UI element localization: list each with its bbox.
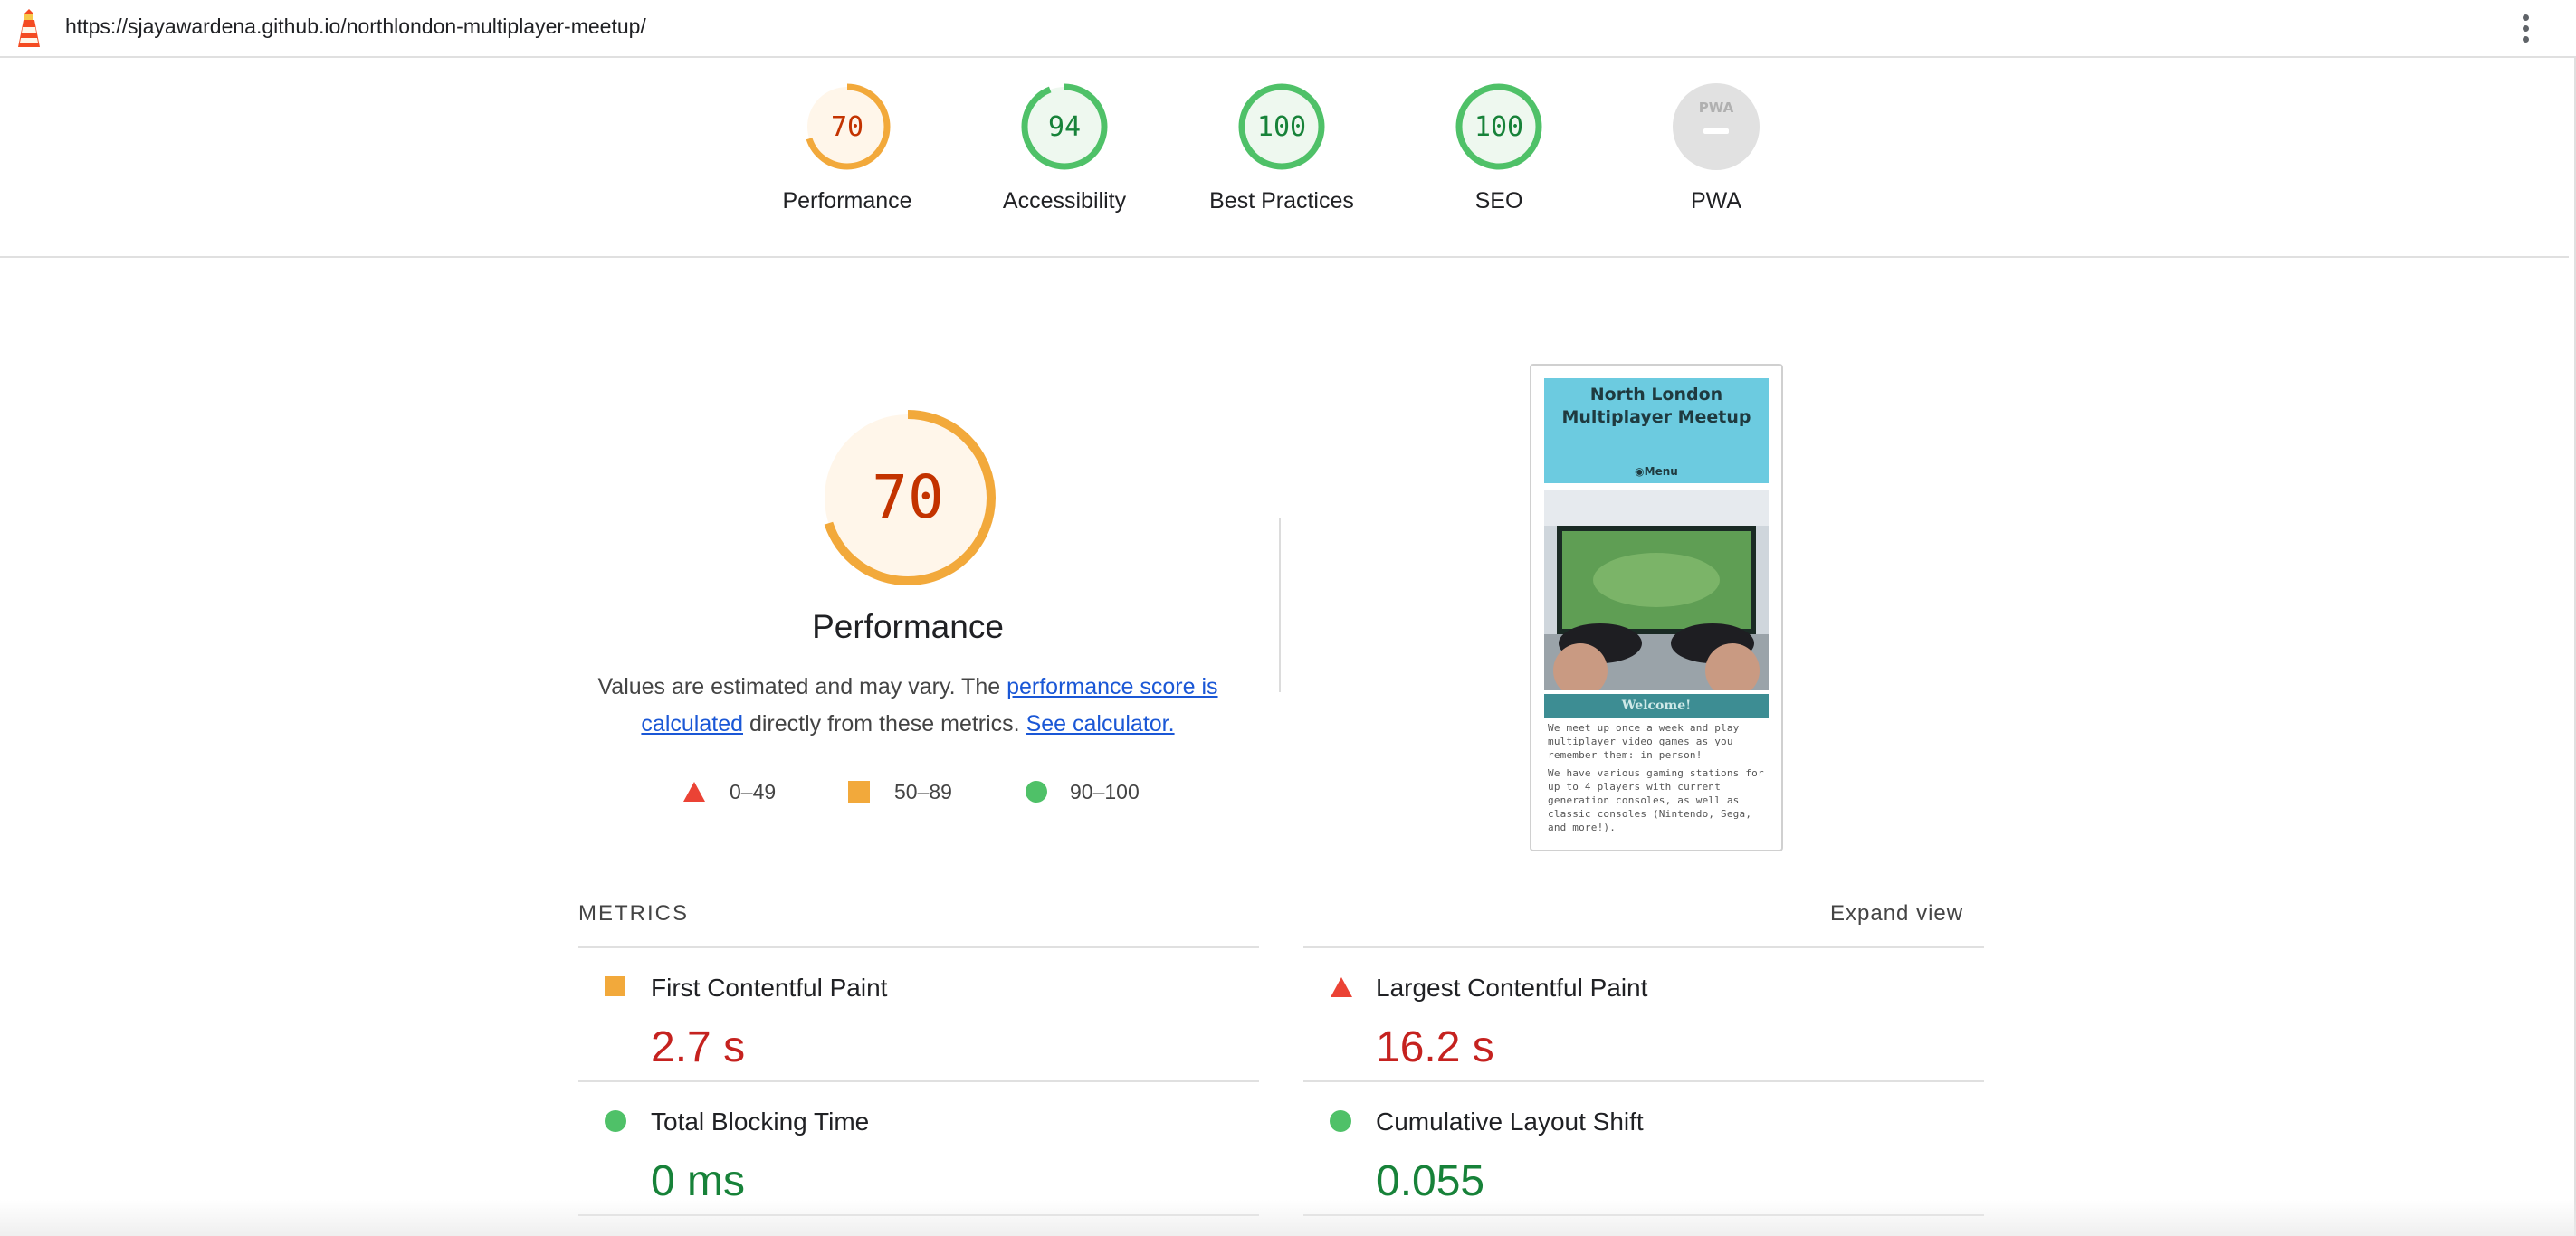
square-icon bbox=[605, 976, 625, 996]
category-summary: 70 Performance 94 Accessibility 100 Best… bbox=[0, 56, 2569, 258]
metrics-heading: METRICS bbox=[578, 901, 689, 926]
more-vert-icon[interactable] bbox=[2514, 11, 2536, 47]
metric-value: 16.2 s bbox=[1376, 1023, 1494, 1071]
metric-name: Total Blocking Time bbox=[651, 1108, 870, 1136]
gauge-best-practices[interactable]: 100 Best Practices bbox=[1191, 81, 1372, 244]
vertical-separator bbox=[1279, 518, 1281, 692]
screenshot-hero-image bbox=[1544, 490, 1769, 690]
screenshot-site-title: North London Multiplayer Meetup bbox=[1561, 385, 1751, 427]
gauge-pwa[interactable]: PWA PWA bbox=[1626, 81, 1807, 244]
metric-cumulative-layout-shift: Cumulative Layout Shift 0.055 bbox=[1303, 1082, 1984, 1214]
screenshot-paragraph-1: We meet up once a week and play multipla… bbox=[1548, 722, 1740, 761]
triangle-icon bbox=[683, 782, 705, 802]
square-icon bbox=[848, 781, 870, 803]
triangle-icon bbox=[1331, 977, 1352, 997]
screenshot-welcome: Welcome! bbox=[1544, 694, 1769, 718]
legend-range: 0–49 bbox=[730, 780, 777, 803]
page-url: https://sjayawardena.github.io/northlond… bbox=[65, 14, 646, 38]
pwa-badge-icon: PWA bbox=[1673, 83, 1760, 170]
legend-range: 90–100 bbox=[1070, 780, 1140, 803]
metric-name: Cumulative Layout Shift bbox=[1376, 1108, 1644, 1136]
metric-largest-contentful-paint: Largest Contentful Paint 16.2 s bbox=[1303, 948, 1984, 1080]
performance-gauge: 70 bbox=[820, 410, 996, 585]
performance-description: Values are estimated and may vary. The p… bbox=[588, 669, 1227, 743]
metric-first-contentful-paint: First Contentful Paint 2.7 s bbox=[578, 948, 1259, 1080]
gauge-score: 70 bbox=[831, 111, 863, 143]
desc-text: directly from these metrics. bbox=[743, 711, 1026, 737]
metric-name: Largest Contentful Paint bbox=[1376, 974, 1648, 1002]
screenshot-menu: ◉Menu bbox=[1635, 465, 1678, 478]
circle-icon bbox=[605, 1110, 626, 1132]
see-calculator-link[interactable]: See calculator. bbox=[1026, 711, 1175, 737]
screenshot-paragraph-2: We have various gaming stations for up t… bbox=[1548, 767, 1764, 833]
bottom-fade bbox=[0, 1200, 2576, 1236]
metric-value: 0.055 bbox=[1376, 1157, 1485, 1205]
gauge-accessibility[interactable]: 94 Accessibility bbox=[974, 81, 1155, 244]
desc-text: Values are estimated and may vary. The bbox=[597, 674, 1007, 699]
metric-name: First Contentful Paint bbox=[651, 974, 888, 1002]
performance-title: Performance bbox=[812, 608, 1004, 645]
top-bar: https://sjayawardena.github.io/northlond… bbox=[0, 0, 2576, 58]
metric-value: 0 ms bbox=[651, 1157, 746, 1205]
gauge-score: 94 bbox=[1048, 111, 1081, 143]
gauge-label: SEO bbox=[1474, 188, 1523, 214]
lighthouse-icon bbox=[18, 9, 40, 47]
screenshot-header: North London Multiplayer Meetup ◉Menu bbox=[1544, 378, 1769, 483]
pwa-badge-text: PWA bbox=[1699, 100, 1734, 116]
gauge-score: 100 bbox=[1474, 111, 1523, 143]
legend-range: 50–89 bbox=[894, 780, 952, 803]
metric-total-blocking-time: Total Blocking Time 0 ms bbox=[578, 1082, 1259, 1214]
gauge-performance[interactable]: 70 Performance bbox=[757, 81, 938, 244]
gauge-ring: 70 bbox=[804, 83, 891, 170]
gauge-label: Accessibility bbox=[1002, 188, 1127, 214]
expand-view-button[interactable]: Expand view bbox=[1830, 901, 1963, 927]
gauge-label: PWA bbox=[1690, 188, 1742, 214]
gauge-ring: 94 bbox=[1021, 83, 1108, 170]
performance-score: 70 bbox=[872, 462, 943, 532]
final-screenshot[interactable]: North London Multiplayer Meetup ◉Menu We… bbox=[1530, 364, 1783, 851]
gauge-ring: 100 bbox=[1238, 83, 1325, 170]
circle-icon bbox=[1330, 1110, 1351, 1132]
gauge-seo[interactable]: 100 SEO bbox=[1408, 81, 1589, 244]
gauge-score: 100 bbox=[1257, 111, 1306, 143]
gauge-label: Performance bbox=[782, 188, 912, 214]
metric-value: 2.7 s bbox=[651, 1023, 746, 1071]
circle-icon bbox=[1026, 781, 1047, 803]
gauge-label: Best Practices bbox=[1209, 188, 1354, 214]
gauge-ring: 100 bbox=[1455, 83, 1542, 170]
